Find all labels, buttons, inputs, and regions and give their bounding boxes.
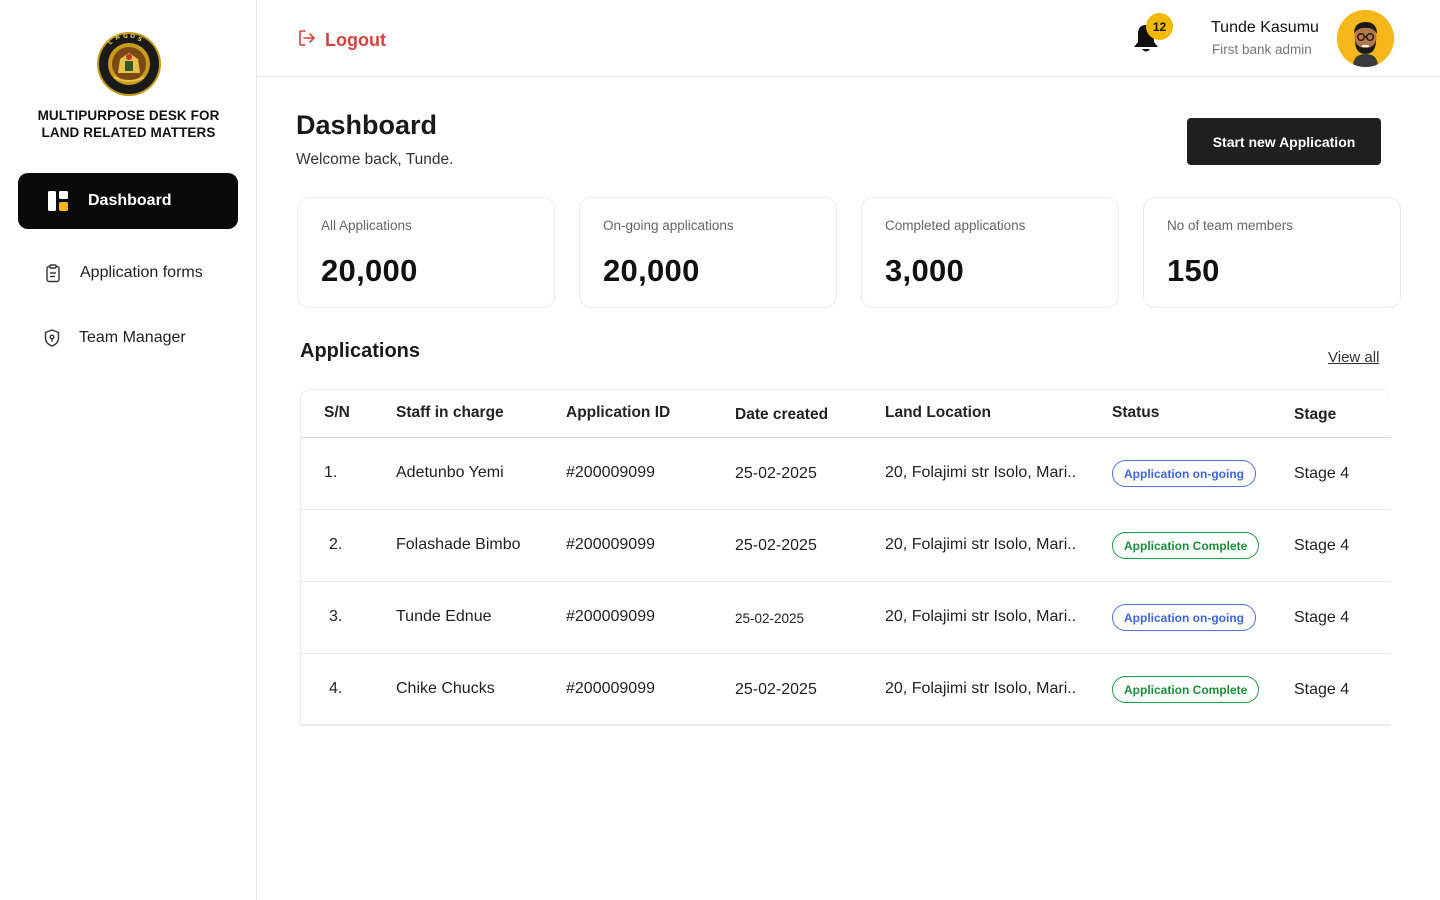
status-badge: Application Complete	[1112, 676, 1260, 703]
shield-icon	[41, 327, 63, 349]
cell-sn: 4.	[329, 680, 343, 697]
stat-card-completed-applications: Completed applications 3,000	[861, 197, 1119, 308]
dashboard-icon	[47, 190, 69, 212]
table-row[interactable]: 4. Chike Chucks #200009099 25-02-2025 20…	[301, 654, 1391, 726]
cell-staff: Folashade Bimbo	[396, 536, 521, 553]
user-name: Tunde Kasumu	[1211, 19, 1319, 36]
stat-label: Completed applications	[885, 218, 1026, 233]
table-row[interactable]: 2. Folashade Bimbo #200009099 25-02-2025…	[301, 510, 1391, 582]
status-badge: Application on-going	[1112, 604, 1256, 631]
start-new-application-button[interactable]: Start new Application	[1187, 118, 1381, 165]
cell-staff: Adetunbo Yemi	[396, 464, 504, 481]
cell-date: 25-02-2025	[735, 465, 817, 482]
table-row[interactable]: 1. Adetunbo Yemi #200009099 25-02-2025 2…	[301, 438, 1391, 510]
view-all-link[interactable]: View all	[1328, 349, 1379, 366]
svg-text:G: G	[123, 33, 128, 40]
logout-label: Logout	[325, 30, 386, 50]
stat-card-team-members: No of team members 150	[1143, 197, 1401, 308]
org-name: MULTIPURPOSE DESK FOR LAND RELATED MATTE…	[0, 108, 257, 141]
cell-stage: Stage 4	[1294, 537, 1350, 554]
stat-label: No of team members	[1167, 218, 1294, 233]
cell-location: 20, Folajimi str Isolo, Mari..	[885, 464, 1077, 481]
welcome-text: Welcome back, Tunde.	[296, 151, 454, 168]
cell-location: 20, Folajimi str Isolo, Mari..	[885, 680, 1077, 697]
sidebar-item-dashboard[interactable]: Dashboard	[18, 173, 238, 229]
logout-icon	[297, 28, 317, 53]
column-header-sn: S/N	[324, 404, 350, 421]
column-header-stage: Stage	[1294, 406, 1337, 423]
cell-sn: 3.	[329, 608, 343, 625]
stat-label: On-going applications	[603, 218, 734, 233]
sidebar-item-team-manager[interactable]: Team Manager	[18, 310, 238, 366]
user-role: First bank admin	[1212, 42, 1312, 57]
applications-section-title: Applications	[300, 340, 421, 362]
cell-date: 25-02-2025	[735, 681, 817, 698]
lagos-state-logo: L A G O S	[96, 31, 162, 97]
cell-application-id: #200009099	[566, 680, 655, 697]
cell-date: 25-02-2025	[735, 611, 805, 626]
stat-label: All Applications	[321, 218, 412, 233]
status-badge: Application on-going	[1112, 460, 1256, 487]
status-badge: Application Complete	[1112, 532, 1260, 559]
sidebar-item-label: Application forms	[80, 264, 203, 281]
column-header-land-location: Land Location	[885, 404, 991, 421]
stat-value: 150	[1167, 253, 1220, 288]
cell-staff: Chike Chucks	[396, 680, 495, 697]
table-header: S/N Staff in charge Application ID Date …	[301, 390, 1391, 438]
cell-application-id: #200009099	[566, 536, 655, 553]
stat-card-all-applications: All Applications 20,000	[297, 197, 555, 308]
applications-table: S/N Staff in charge Application ID Date …	[300, 389, 1391, 726]
org-name-line2: LAND RELATED MATTERS	[41, 124, 216, 140]
stat-value: 20,000	[321, 253, 418, 288]
logout-button[interactable]: Logout	[297, 28, 386, 53]
cell-application-id: #200009099	[566, 608, 655, 625]
cell-stage: Stage 4	[1294, 609, 1350, 626]
cell-stage: Stage 4	[1294, 681, 1350, 698]
sidebar-item-application-forms[interactable]: Application forms	[18, 245, 238, 301]
notification-badge: 12	[1146, 13, 1173, 40]
sidebar: L A G O S MULTIPURPOSE DESK FOR LAND REL…	[0, 0, 257, 900]
cell-location: 20, Folajimi str Isolo, Mari..	[885, 608, 1077, 625]
cell-date: 25-02-2025	[735, 537, 817, 554]
stat-card-ongoing-applications: On-going applications 20,000	[579, 197, 837, 308]
cell-application-id: #200009099	[566, 464, 655, 481]
column-header-date-created: Date created	[735, 406, 829, 423]
cell-sn: 1.	[324, 464, 338, 481]
stat-value: 20,000	[603, 253, 700, 288]
cell-stage: Stage 4	[1294, 465, 1350, 482]
column-header-application-id: Application ID	[566, 404, 671, 421]
top-header: Logout 12 Tunde Kasumu First bank admin	[257, 0, 1440, 77]
column-header-status: Status	[1112, 404, 1160, 421]
org-name-line1: MULTIPURPOSE DESK FOR	[37, 108, 220, 123]
sidebar-item-label: Dashboard	[88, 192, 172, 209]
avatar[interactable]	[1337, 10, 1394, 67]
page-title: Dashboard	[296, 110, 438, 140]
clipboard-icon	[42, 262, 64, 284]
stat-value: 3,000	[885, 253, 965, 288]
cell-sn: 2.	[329, 536, 343, 553]
table-row[interactable]: 3. Tunde Ednue #200009099 25-02-2025 20,…	[301, 582, 1391, 654]
sidebar-item-label: Team Manager	[79, 329, 186, 346]
column-header-staff: Staff in charge	[396, 404, 504, 421]
cell-staff: Tunde Ednue	[396, 608, 492, 625]
svg-text:O: O	[130, 33, 135, 40]
cell-location: 20, Folajimi str Isolo, Mari..	[885, 536, 1077, 553]
